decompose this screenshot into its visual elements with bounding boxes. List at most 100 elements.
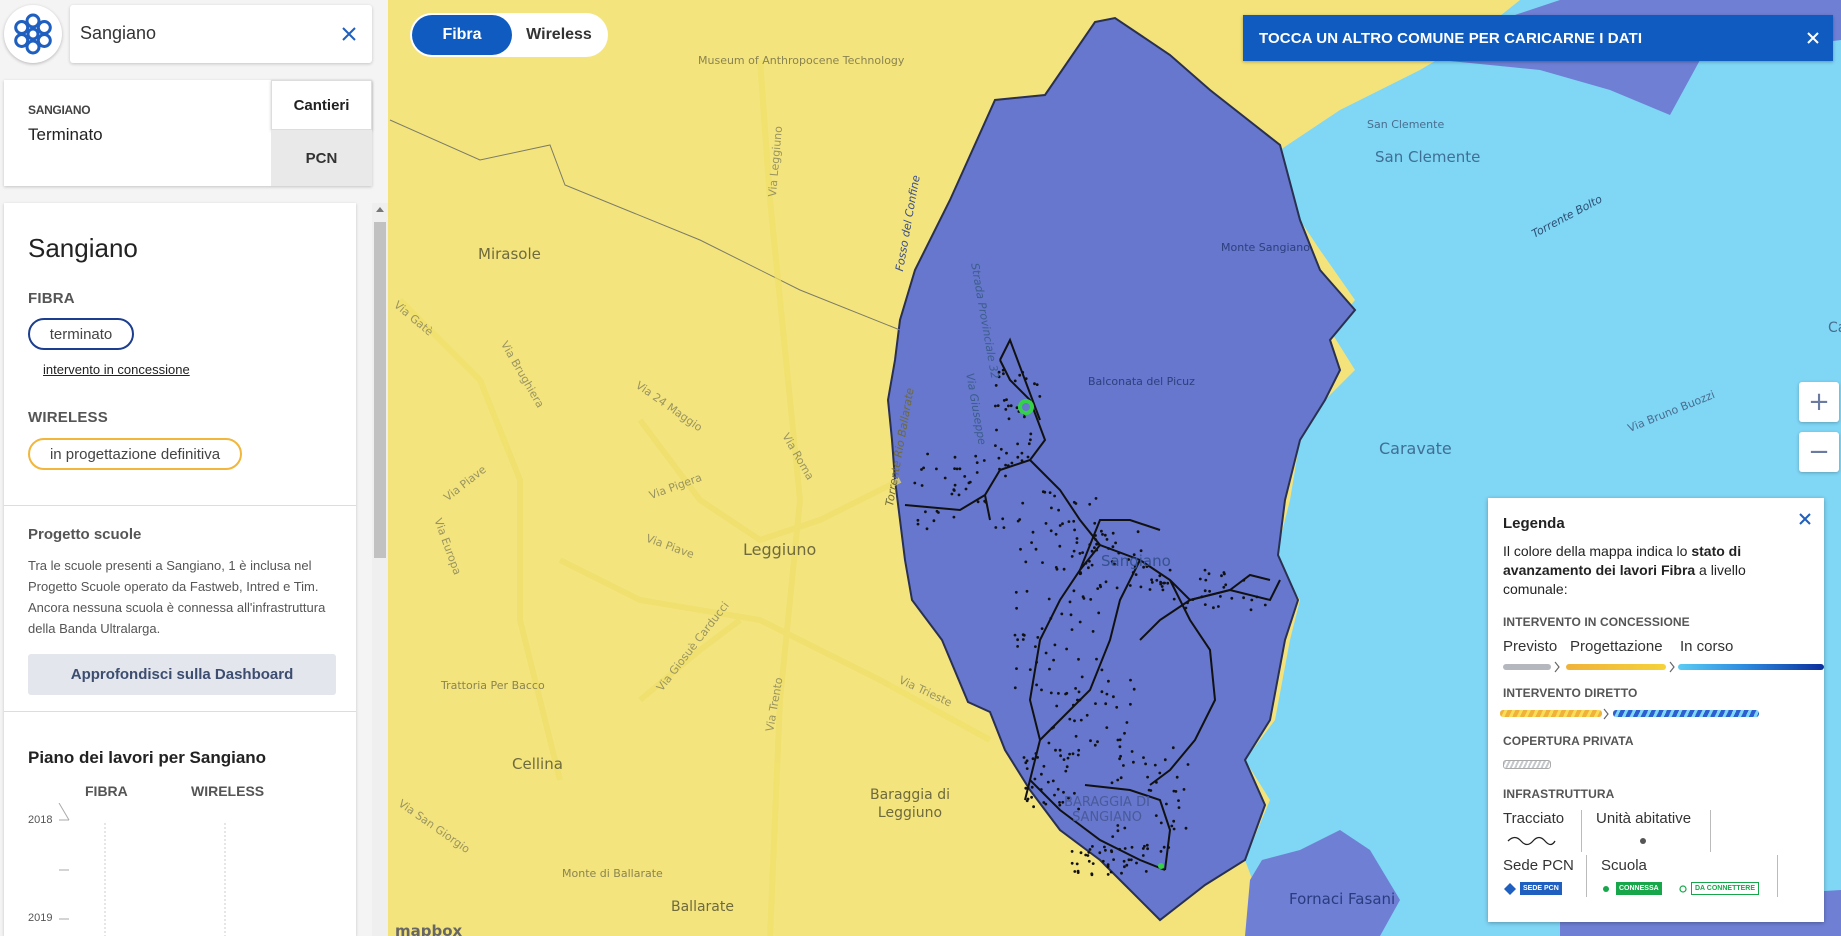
legend-panel: Legenda Il colore della mappa indica lo … [1488, 498, 1824, 922]
housing-dot [1084, 853, 1088, 857]
bar-diretto-in-corso [1613, 710, 1759, 717]
housing-dot [953, 467, 956, 470]
track-line-icon [1507, 836, 1556, 846]
dashboard-button[interactable]: Approfondisci sulla Dashboard [28, 654, 336, 695]
close-legend-icon[interactable] [1798, 512, 1812, 526]
housing-dot-icon [1640, 838, 1646, 844]
clear-search-icon[interactable] [340, 25, 358, 43]
housing-dot [1186, 763, 1190, 766]
housing-dot [1093, 521, 1097, 525]
housing-dot [1208, 589, 1211, 593]
housing-dot [1135, 861, 1138, 865]
scroll-up-arrow-icon[interactable] [376, 207, 384, 212]
housing-dot [1052, 658, 1055, 662]
housing-dot [1065, 647, 1068, 651]
chevron-icon [1603, 708, 1609, 720]
legend-desc-prefix: Il colore della mappa indica lo [1503, 543, 1692, 559]
scrollbar-thumb[interactable] [374, 222, 386, 558]
housing-dot [1021, 633, 1025, 637]
zoom-in-button[interactable]: + [1799, 382, 1839, 422]
housing-dot [1090, 549, 1094, 553]
scuole-title: Progetto scuole [28, 526, 142, 543]
housing-dot [1242, 578, 1246, 582]
housing-dot [1023, 415, 1026, 419]
toggle-wireless[interactable]: Wireless [512, 15, 606, 55]
housing-dot [1048, 667, 1051, 671]
search-input[interactable] [80, 23, 330, 44]
housing-dot [1078, 698, 1082, 702]
housing-dot [1191, 598, 1195, 601]
housing-dot [1089, 598, 1093, 601]
housing-dot [1123, 826, 1127, 830]
housing-dot [1068, 600, 1072, 604]
housing-dot [1049, 529, 1053, 533]
housing-dot [916, 522, 920, 526]
housing-dot [1118, 745, 1122, 749]
housing-dot [1053, 643, 1057, 647]
housing-dot [1242, 596, 1245, 600]
badge-connessa: CONNESSA [1616, 882, 1662, 895]
housing-dot [1055, 704, 1059, 708]
housing-dot [1016, 519, 1020, 523]
school-marker-2[interactable] [1158, 863, 1164, 869]
housing-dot [1016, 645, 1019, 648]
divider [4, 711, 356, 712]
bar-diretto-progettazione [1500, 710, 1602, 717]
housing-dot [1115, 586, 1119, 590]
housing-dot [1249, 608, 1253, 612]
housing-dot [1070, 555, 1074, 558]
housing-dot [968, 480, 972, 484]
housing-dot [1136, 530, 1140, 534]
housing-dot [1096, 587, 1100, 590]
housing-dot [1004, 408, 1008, 411]
housing-dot [1114, 541, 1117, 545]
housing-dot [1101, 859, 1105, 863]
toggle-fibra[interactable]: Fibra [412, 15, 512, 55]
housing-dot [1071, 752, 1075, 756]
housing-dot [1016, 455, 1020, 459]
bar-privata [1503, 760, 1551, 769]
mapbox-logo[interactable]: mapbox [395, 922, 462, 936]
label-baraggia-sangiano: BARAGGIA DI SANGIANO [1064, 795, 1150, 825]
app-logo[interactable] [4, 5, 62, 63]
housing-dot [1024, 377, 1028, 380]
housing-dot [1171, 746, 1175, 750]
housing-dot [952, 488, 956, 492]
fibra-status-badge: terminato [28, 318, 134, 350]
housing-dot [1091, 862, 1095, 865]
housing-dot [1094, 702, 1097, 705]
housing-dot [1130, 750, 1134, 753]
separator [1581, 810, 1582, 852]
comune-title: Sangiano [28, 233, 138, 263]
intervento-link[interactable]: intervento in concessione [43, 362, 190, 377]
housing-dot [1072, 549, 1076, 553]
housing-dot [1222, 571, 1226, 574]
housing-dot [963, 475, 967, 478]
tab-cantieri[interactable]: Cantieri [271, 80, 372, 130]
housing-dot [1132, 760, 1135, 764]
housing-dot [1141, 854, 1145, 857]
tab-pcn[interactable]: PCN [271, 130, 372, 186]
pcn-diamond-icon [1504, 883, 1516, 895]
housing-dot [1004, 474, 1007, 478]
housing-dot [1076, 698, 1079, 702]
housing-dot [1024, 786, 1028, 790]
housing-dot [1186, 601, 1189, 605]
badge-sede-pcn: SEDE PCN [1520, 882, 1562, 895]
housing-dot [1068, 717, 1072, 721]
housing-dot [1058, 544, 1062, 548]
label-leggiuno: Leggiuno [743, 540, 817, 559]
housing-dot [1032, 805, 1035, 809]
housing-dot [1077, 748, 1081, 752]
legend-scuola: Scuola [1601, 857, 1647, 874]
close-banner-icon[interactable] [1805, 30, 1821, 46]
housing-dot [1061, 522, 1064, 526]
housing-dot [916, 518, 920, 522]
housing-dot [1015, 667, 1018, 670]
zoom-out-button[interactable]: − [1799, 432, 1839, 472]
housing-dot [997, 456, 1001, 460]
banner-text: TOCCA UN ALTRO COMUNE PER CARICARNE I DA… [1259, 30, 1643, 47]
housing-dot [1141, 847, 1145, 850]
label-san-clemente: San Clemente [1375, 148, 1481, 166]
housing-dot [1088, 543, 1092, 546]
